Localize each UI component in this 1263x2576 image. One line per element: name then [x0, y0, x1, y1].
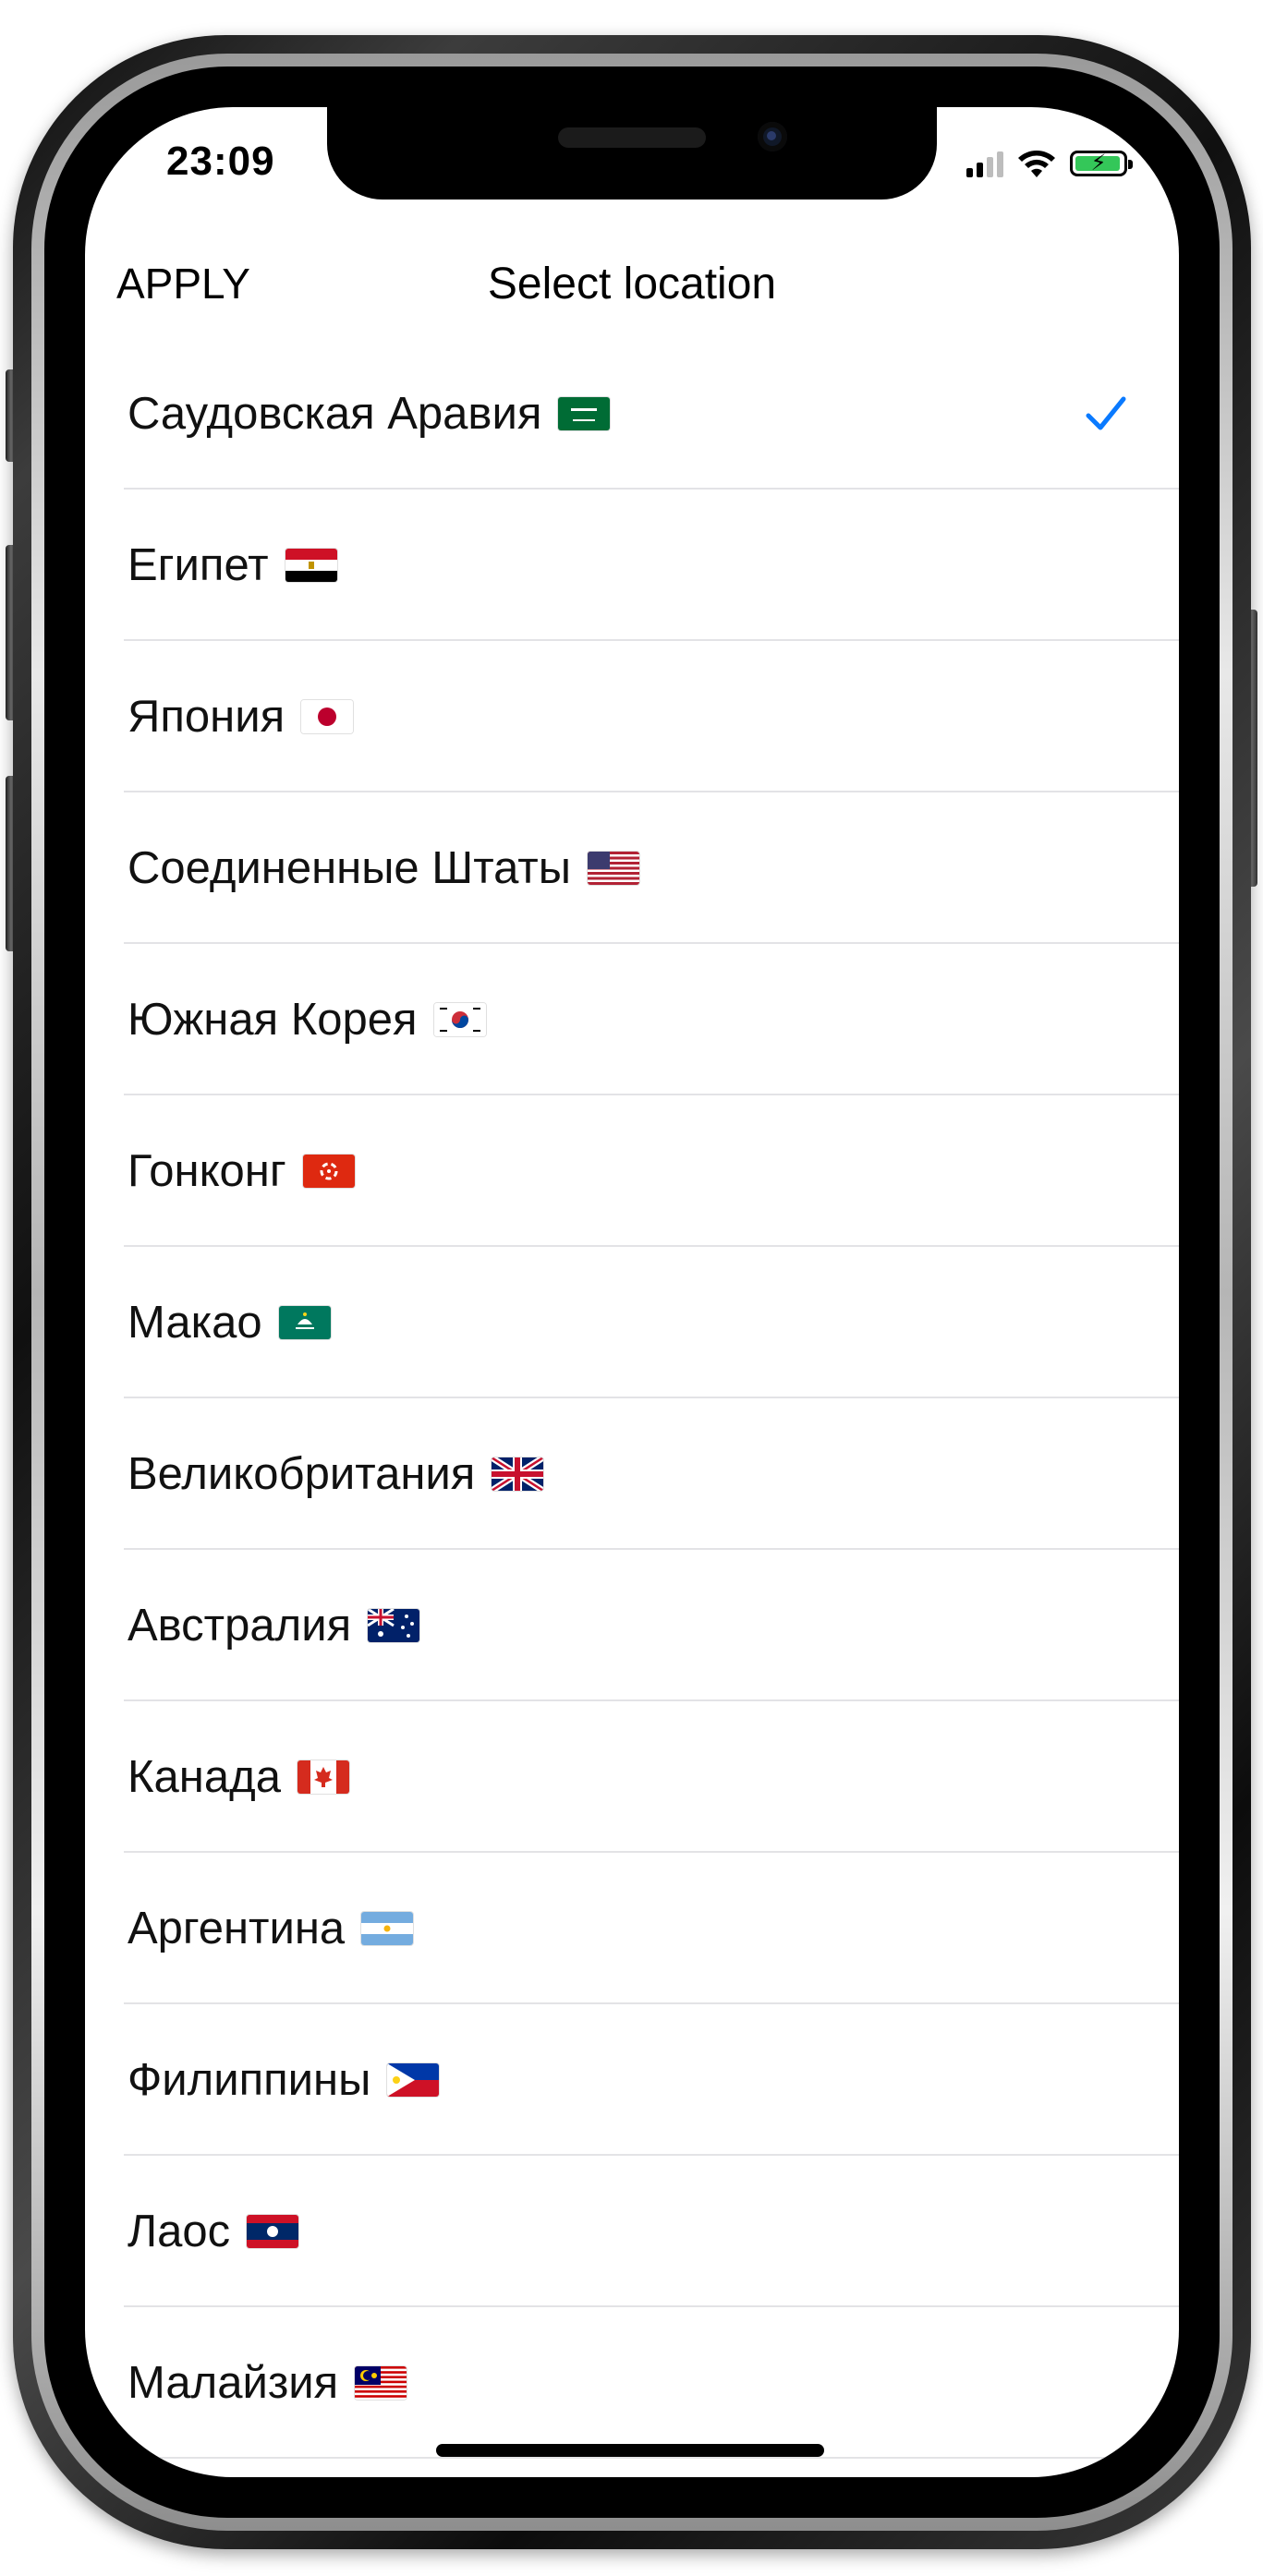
location-name: Гонконг: [128, 1146, 286, 1196]
location-row-australia[interactable]: Австралия: [85, 1550, 1179, 1701]
south-korea-flag-icon: [433, 1003, 486, 1036]
status-icons: ⚡: [966, 148, 1133, 179]
location-row-philippines[interactable]: Филиппины: [85, 2004, 1179, 2156]
status-time: 23:09: [166, 139, 275, 184]
location-row-argentina[interactable]: Аргентина: [85, 1853, 1179, 2004]
japan-flag-icon: [301, 700, 354, 733]
earpiece-speaker: [558, 127, 706, 148]
page-title: Select location: [487, 260, 777, 308]
australia-flag-icon: [368, 1609, 420, 1642]
location-row-japan[interactable]: Япония: [85, 641, 1179, 792]
macau-flag-icon: [278, 1306, 331, 1339]
usa-flag-icon: [587, 852, 639, 885]
location-row-hong-kong[interactable]: Гонконг: [85, 1095, 1179, 1247]
location-name: Великобритания: [128, 1449, 476, 1499]
location-row-egypt[interactable]: Египет: [85, 490, 1179, 641]
location-list: Саудовская Аравия Египет Япония Соединен…: [85, 338, 1179, 2459]
front-camera: [758, 122, 787, 151]
philippines-flag-icon: [387, 2063, 440, 2097]
location-name: Малайзия: [128, 2358, 339, 2408]
location-row-malaysia[interactable]: Малайзия: [85, 2307, 1179, 2459]
location-name: Япония: [128, 692, 285, 742]
egypt-flag-icon: [285, 549, 337, 582]
location-name: Австралия: [128, 1601, 352, 1651]
location-name: Макао: [128, 1298, 262, 1348]
cellular-signal-icon: [966, 150, 1003, 177]
home-indicator[interactable]: [436, 2444, 824, 2457]
location-name: Аргентина: [128, 1904, 346, 1953]
uk-flag-icon: [492, 1457, 544, 1491]
checkmark-icon: [1086, 396, 1126, 430]
argentina-flag-icon: [361, 1912, 414, 1945]
location-name: Лаос: [128, 2207, 231, 2256]
laos-flag-icon: [247, 2215, 299, 2248]
location-name: Саудовская Аравия: [128, 389, 542, 439]
wifi-icon: [1018, 151, 1055, 177]
location-row-macau[interactable]: Макао: [85, 1247, 1179, 1398]
hong-kong-flag-icon: [302, 1155, 355, 1188]
location-row-south-korea[interactable]: Южная Корея: [85, 944, 1179, 1095]
location-row-laos[interactable]: Лаос: [85, 2156, 1179, 2307]
location-name: Южная Корея: [128, 995, 418, 1045]
phone-screen: 23:09 ⚡ APPLY Select location Саудовская…: [85, 107, 1179, 2477]
location-row-usa[interactable]: Соединенные Штаты: [85, 792, 1179, 944]
canada-flag-icon: [297, 1760, 349, 1794]
location-name: Филиппины: [128, 2055, 371, 2105]
battery-icon: ⚡: [1070, 151, 1133, 176]
location-row-canada[interactable]: Канада: [85, 1701, 1179, 1853]
location-row-uk[interactable]: Великобритания: [85, 1398, 1179, 1550]
location-row-saudi-arabia[interactable]: Саудовская Аравия: [85, 338, 1179, 490]
saudi-arabia-flag-icon: [558, 397, 611, 430]
location-name: Соединенные Штаты: [128, 843, 571, 893]
location-name: Египет: [128, 540, 269, 590]
notch: [327, 107, 937, 200]
malaysia-flag-icon: [355, 2366, 407, 2400]
location-name: Канада: [128, 1752, 281, 1802]
